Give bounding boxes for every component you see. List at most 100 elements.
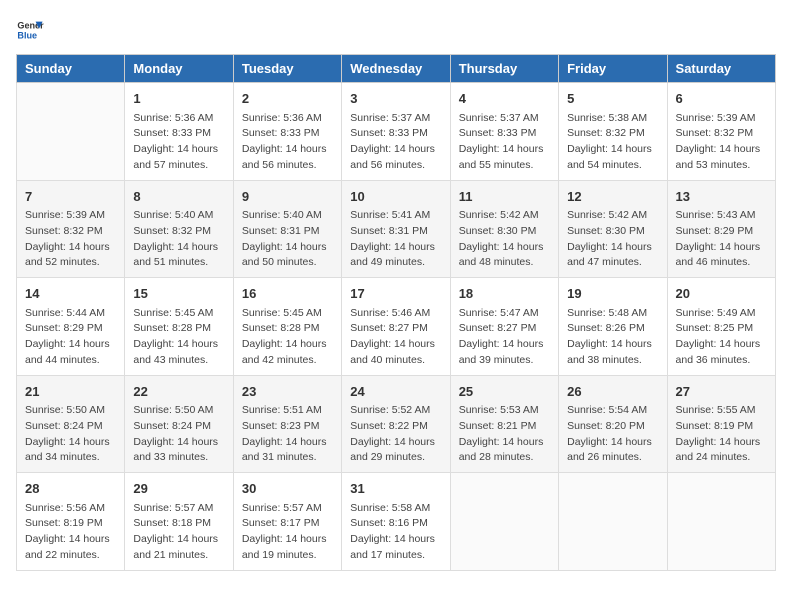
- day-info: Sunrise: 5:37 AM Sunset: 8:33 PM Dayligh…: [459, 111, 550, 174]
- day-info: Sunrise: 5:54 AM Sunset: 8:20 PM Dayligh…: [567, 403, 658, 466]
- day-info: Sunrise: 5:50 AM Sunset: 8:24 PM Dayligh…: [133, 403, 224, 466]
- calendar-cell: 7Sunrise: 5:39 AM Sunset: 8:32 PM Daylig…: [17, 180, 125, 278]
- calendar-cell: 18Sunrise: 5:47 AM Sunset: 8:27 PM Dayli…: [450, 278, 558, 376]
- logo: General Blue: [16, 16, 44, 44]
- calendar-cell: [667, 473, 775, 571]
- calendar-cell: 26Sunrise: 5:54 AM Sunset: 8:20 PM Dayli…: [559, 375, 667, 473]
- week-row-3: 14Sunrise: 5:44 AM Sunset: 8:29 PM Dayli…: [17, 278, 776, 376]
- day-info: Sunrise: 5:57 AM Sunset: 8:18 PM Dayligh…: [133, 501, 224, 564]
- day-info: Sunrise: 5:41 AM Sunset: 8:31 PM Dayligh…: [350, 208, 441, 271]
- calendar-cell: 29Sunrise: 5:57 AM Sunset: 8:18 PM Dayli…: [125, 473, 233, 571]
- day-header-friday: Friday: [559, 55, 667, 83]
- calendar-cell: 16Sunrise: 5:45 AM Sunset: 8:28 PM Dayli…: [233, 278, 341, 376]
- day-info: Sunrise: 5:52 AM Sunset: 8:22 PM Dayligh…: [350, 403, 441, 466]
- day-number: 1: [133, 89, 224, 109]
- calendar-cell: 23Sunrise: 5:51 AM Sunset: 8:23 PM Dayli…: [233, 375, 341, 473]
- day-info: Sunrise: 5:45 AM Sunset: 8:28 PM Dayligh…: [133, 306, 224, 369]
- day-number: 25: [459, 382, 550, 402]
- calendar-cell: 2Sunrise: 5:36 AM Sunset: 8:33 PM Daylig…: [233, 83, 341, 181]
- calendar-cell: 1Sunrise: 5:36 AM Sunset: 8:33 PM Daylig…: [125, 83, 233, 181]
- header: General Blue: [16, 16, 776, 44]
- day-number: 24: [350, 382, 441, 402]
- day-number: 21: [25, 382, 116, 402]
- calendar-cell: 22Sunrise: 5:50 AM Sunset: 8:24 PM Dayli…: [125, 375, 233, 473]
- day-number: 20: [676, 284, 767, 304]
- calendar-cell: 17Sunrise: 5:46 AM Sunset: 8:27 PM Dayli…: [342, 278, 450, 376]
- day-info: Sunrise: 5:43 AM Sunset: 8:29 PM Dayligh…: [676, 208, 767, 271]
- calendar-cell: 8Sunrise: 5:40 AM Sunset: 8:32 PM Daylig…: [125, 180, 233, 278]
- svg-text:Blue: Blue: [17, 30, 37, 40]
- day-number: 3: [350, 89, 441, 109]
- calendar-cell: 4Sunrise: 5:37 AM Sunset: 8:33 PM Daylig…: [450, 83, 558, 181]
- day-number: 6: [676, 89, 767, 109]
- day-info: Sunrise: 5:36 AM Sunset: 8:33 PM Dayligh…: [133, 111, 224, 174]
- calendar-cell: 21Sunrise: 5:50 AM Sunset: 8:24 PM Dayli…: [17, 375, 125, 473]
- calendar-cell: 19Sunrise: 5:48 AM Sunset: 8:26 PM Dayli…: [559, 278, 667, 376]
- calendar-cell: 11Sunrise: 5:42 AM Sunset: 8:30 PM Dayli…: [450, 180, 558, 278]
- calendar-cell: 30Sunrise: 5:57 AM Sunset: 8:17 PM Dayli…: [233, 473, 341, 571]
- day-number: 22: [133, 382, 224, 402]
- day-number: 26: [567, 382, 658, 402]
- calendar-cell: 14Sunrise: 5:44 AM Sunset: 8:29 PM Dayli…: [17, 278, 125, 376]
- day-info: Sunrise: 5:40 AM Sunset: 8:32 PM Dayligh…: [133, 208, 224, 271]
- day-info: Sunrise: 5:56 AM Sunset: 8:19 PM Dayligh…: [25, 501, 116, 564]
- calendar-cell: 9Sunrise: 5:40 AM Sunset: 8:31 PM Daylig…: [233, 180, 341, 278]
- calendar-cell: [559, 473, 667, 571]
- calendar-cell: 31Sunrise: 5:58 AM Sunset: 8:16 PM Dayli…: [342, 473, 450, 571]
- calendar-cell: 25Sunrise: 5:53 AM Sunset: 8:21 PM Dayli…: [450, 375, 558, 473]
- day-info: Sunrise: 5:45 AM Sunset: 8:28 PM Dayligh…: [242, 306, 333, 369]
- day-number: 16: [242, 284, 333, 304]
- calendar-cell: 27Sunrise: 5:55 AM Sunset: 8:19 PM Dayli…: [667, 375, 775, 473]
- week-row-5: 28Sunrise: 5:56 AM Sunset: 8:19 PM Dayli…: [17, 473, 776, 571]
- day-number: 18: [459, 284, 550, 304]
- day-number: 14: [25, 284, 116, 304]
- week-row-2: 7Sunrise: 5:39 AM Sunset: 8:32 PM Daylig…: [17, 180, 776, 278]
- day-number: 28: [25, 479, 116, 499]
- day-info: Sunrise: 5:47 AM Sunset: 8:27 PM Dayligh…: [459, 306, 550, 369]
- day-number: 15: [133, 284, 224, 304]
- day-info: Sunrise: 5:49 AM Sunset: 8:25 PM Dayligh…: [676, 306, 767, 369]
- day-number: 13: [676, 187, 767, 207]
- day-header-saturday: Saturday: [667, 55, 775, 83]
- day-header-tuesday: Tuesday: [233, 55, 341, 83]
- day-info: Sunrise: 5:51 AM Sunset: 8:23 PM Dayligh…: [242, 403, 333, 466]
- day-info: Sunrise: 5:57 AM Sunset: 8:17 PM Dayligh…: [242, 501, 333, 564]
- day-header-sunday: Sunday: [17, 55, 125, 83]
- calendar-table: SundayMondayTuesdayWednesdayThursdayFrid…: [16, 54, 776, 571]
- day-number: 27: [676, 382, 767, 402]
- day-number: 5: [567, 89, 658, 109]
- day-info: Sunrise: 5:38 AM Sunset: 8:32 PM Dayligh…: [567, 111, 658, 174]
- day-info: Sunrise: 5:37 AM Sunset: 8:33 PM Dayligh…: [350, 111, 441, 174]
- calendar-cell: 28Sunrise: 5:56 AM Sunset: 8:19 PM Dayli…: [17, 473, 125, 571]
- calendar-cell: 13Sunrise: 5:43 AM Sunset: 8:29 PM Dayli…: [667, 180, 775, 278]
- calendar-cell: 15Sunrise: 5:45 AM Sunset: 8:28 PM Dayli…: [125, 278, 233, 376]
- day-number: 2: [242, 89, 333, 109]
- day-number: 4: [459, 89, 550, 109]
- calendar-cell: 10Sunrise: 5:41 AM Sunset: 8:31 PM Dayli…: [342, 180, 450, 278]
- day-number: 12: [567, 187, 658, 207]
- day-number: 9: [242, 187, 333, 207]
- day-info: Sunrise: 5:40 AM Sunset: 8:31 PM Dayligh…: [242, 208, 333, 271]
- day-info: Sunrise: 5:44 AM Sunset: 8:29 PM Dayligh…: [25, 306, 116, 369]
- day-info: Sunrise: 5:42 AM Sunset: 8:30 PM Dayligh…: [459, 208, 550, 271]
- day-number: 23: [242, 382, 333, 402]
- calendar-cell: 20Sunrise: 5:49 AM Sunset: 8:25 PM Dayli…: [667, 278, 775, 376]
- calendar-cell: 6Sunrise: 5:39 AM Sunset: 8:32 PM Daylig…: [667, 83, 775, 181]
- days-header-row: SundayMondayTuesdayWednesdayThursdayFrid…: [17, 55, 776, 83]
- day-info: Sunrise: 5:46 AM Sunset: 8:27 PM Dayligh…: [350, 306, 441, 369]
- day-number: 19: [567, 284, 658, 304]
- calendar-cell: 3Sunrise: 5:37 AM Sunset: 8:33 PM Daylig…: [342, 83, 450, 181]
- day-header-thursday: Thursday: [450, 55, 558, 83]
- day-info: Sunrise: 5:39 AM Sunset: 8:32 PM Dayligh…: [676, 111, 767, 174]
- day-number: 29: [133, 479, 224, 499]
- day-header-wednesday: Wednesday: [342, 55, 450, 83]
- day-info: Sunrise: 5:50 AM Sunset: 8:24 PM Dayligh…: [25, 403, 116, 466]
- week-row-1: 1Sunrise: 5:36 AM Sunset: 8:33 PM Daylig…: [17, 83, 776, 181]
- day-info: Sunrise: 5:53 AM Sunset: 8:21 PM Dayligh…: [459, 403, 550, 466]
- calendar-cell: 12Sunrise: 5:42 AM Sunset: 8:30 PM Dayli…: [559, 180, 667, 278]
- day-info: Sunrise: 5:36 AM Sunset: 8:33 PM Dayligh…: [242, 111, 333, 174]
- day-header-monday: Monday: [125, 55, 233, 83]
- calendar-cell: [450, 473, 558, 571]
- week-row-4: 21Sunrise: 5:50 AM Sunset: 8:24 PM Dayli…: [17, 375, 776, 473]
- calendar-cell: 24Sunrise: 5:52 AM Sunset: 8:22 PM Dayli…: [342, 375, 450, 473]
